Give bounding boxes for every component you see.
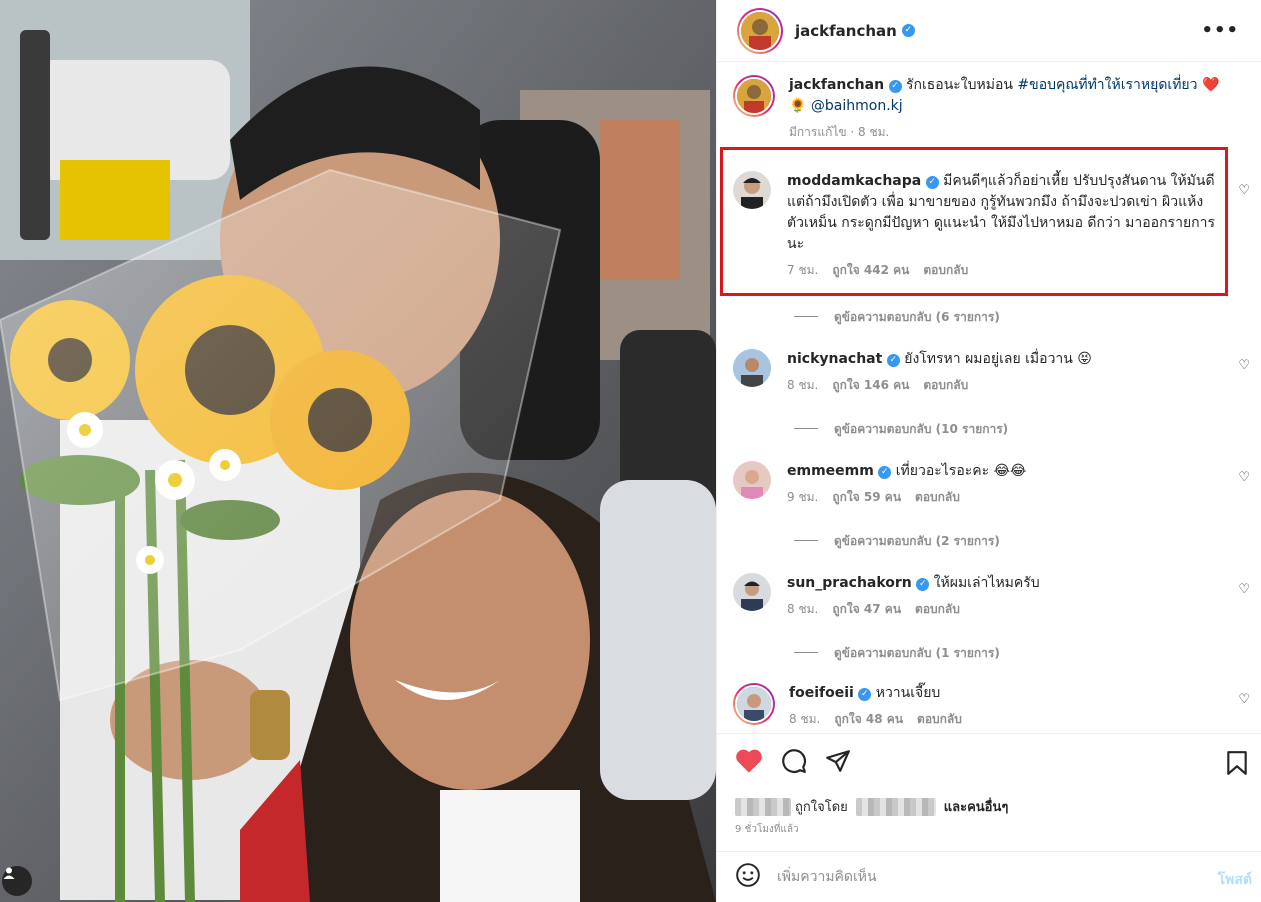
- and-others-link[interactable]: และคนอื่นๆ: [944, 796, 1009, 817]
- caption-username[interactable]: jackfanchan: [789, 77, 884, 93]
- heart-emoji: ❤️: [1201, 77, 1220, 93]
- share-icon[interactable]: [825, 748, 851, 778]
- like-comment-heart-icon[interactable]: ♡: [1238, 358, 1250, 373]
- comment-text: ยังโทรหา ผมอยู่เลย เมื่อวาน 😝: [904, 351, 1092, 367]
- post-header: jackfanchan ✓ •••: [717, 0, 1261, 62]
- comment-avatar[interactable]: [733, 573, 771, 611]
- comment-username[interactable]: moddamkachapa: [787, 173, 921, 189]
- caption-meta: มีการแก้ไข · 8 ชม.: [789, 125, 890, 139]
- comment-avatar[interactable]: [733, 171, 771, 209]
- reply-button[interactable]: ตอบกลับ: [923, 378, 968, 392]
- comment-time: 8 ชม.: [787, 602, 819, 616]
- post-caption: jackfanchan ✓ รักเธอนะใบหม่อน #ขอบคุณที่…: [733, 75, 1233, 142]
- view-replies-button[interactable]: ดูข้อความตอบกลับ (1 รายการ): [794, 644, 1000, 663]
- comment-item: sun_prachakorn ✓ ให้ผมเล่าไหมครับ 8 ชม. ถ…: [733, 573, 1233, 619]
- instagram-post-view: jackfanchan ✓ ••• jackfanchan ✓ รักเธอนะ…: [0, 0, 1261, 902]
- verified-badge-icon: ✓: [901, 24, 915, 37]
- verified-badge-icon: ✓: [858, 688, 872, 701]
- liked-by-label: ถูกใจโดย: [795, 800, 848, 815]
- photo-illustration: [0, 0, 716, 902]
- caption-hashtag[interactable]: #ขอบคุณที่ทำให้เราหยุดเที่ยว: [1017, 77, 1197, 93]
- comment-text: เที่ยวอะไรอะคะ 😂😂: [895, 463, 1027, 479]
- author-username[interactable]: jackfanchan: [795, 22, 897, 40]
- liker-avatars-blurred: [735, 797, 791, 816]
- comment-likes[interactable]: ถูกใจ 59 คน: [832, 490, 901, 504]
- reply-button[interactable]: ตอบกลับ: [915, 490, 960, 504]
- verified-badge-icon: ✓: [878, 466, 892, 479]
- like-comment-heart-icon[interactable]: ♡: [1238, 470, 1250, 485]
- comment-time: 8 ชม.: [789, 712, 821, 726]
- comment-text: ให้ผมเล่าไหมครับ: [933, 575, 1040, 591]
- comment-time: 9 ชม.: [787, 490, 819, 504]
- comment-username[interactable]: nickynachat: [787, 351, 882, 367]
- post-comment-button[interactable]: โพสต์: [1218, 869, 1252, 891]
- comment-icon[interactable]: [781, 748, 807, 778]
- more-options-icon[interactable]: •••: [1201, 20, 1239, 41]
- post-photo[interactable]: [0, 0, 716, 902]
- verified-badge-icon: ✓: [925, 176, 939, 189]
- comment-likes[interactable]: ถูกใจ 146 คน: [832, 378, 909, 392]
- caption-avatar[interactable]: [733, 75, 775, 117]
- comment-item: emmeemm ✓ เที่ยวอะไรอะคะ 😂😂 9 ชม. ถูกใจ 5…: [733, 461, 1233, 507]
- liker-name-blurred: [855, 797, 936, 816]
- sunflower-emoji: 🌻: [789, 98, 807, 114]
- emoji-icon[interactable]: [735, 862, 761, 892]
- post-details-panel: jackfanchan ✓ ••• jackfanchan ✓ รักเธอนะ…: [716, 0, 1261, 902]
- caption-text: รักเธอนะใบหม่อน: [905, 77, 1013, 93]
- comment-avatar[interactable]: [733, 349, 771, 387]
- like-comment-heart-icon[interactable]: ♡: [1238, 582, 1250, 597]
- comment-likes[interactable]: ถูกใจ 48 คน: [834, 712, 903, 726]
- post-time: 9 ชั่วโมงที่แล้ว: [735, 824, 799, 835]
- comment-username[interactable]: foeifoeii: [789, 685, 854, 701]
- add-comment-input[interactable]: เพิ่มความคิดเห็น: [777, 866, 877, 888]
- comment-text: หวานเจี๊ยบ: [875, 685, 941, 701]
- comment-username[interactable]: emmeemm: [787, 463, 874, 479]
- likes-summary[interactable]: ถูกใจโดย และคนอื่นๆ: [735, 796, 1008, 817]
- add-comment-bar: เพิ่มความคิดเห็น โพสต์: [717, 851, 1261, 902]
- view-replies-button[interactable]: ดูข้อความตอบกลับ (6 รายการ): [794, 308, 1000, 327]
- comment-avatar[interactable]: [733, 683, 775, 725]
- bookmark-icon[interactable]: [1226, 750, 1248, 780]
- comment-item: moddamkachapa ✓ มีคนดีๆแล้วก็อย่าเหี้ย ป…: [733, 171, 1233, 280]
- comments-list: jackfanchan ✓ รักเธอนะใบหม่อน #ขอบคุณที่…: [717, 63, 1261, 733]
- comment-likes[interactable]: ถูกใจ 47 คน: [832, 602, 901, 616]
- reply-button[interactable]: ตอบกลับ: [917, 712, 962, 726]
- comment-item: nickynachat ✓ ยังโทรหา ผมอยู่เลย เมื่อวา…: [733, 349, 1233, 395]
- verified-badge-icon: ✓: [916, 578, 930, 591]
- heart-icon[interactable]: [735, 748, 763, 778]
- comment-avatar[interactable]: [733, 461, 771, 499]
- view-replies-button[interactable]: ดูข้อความตอบกลับ (10 รายการ): [794, 420, 1008, 439]
- author-avatar[interactable]: [737, 7, 783, 54]
- post-actions: ถูกใจโดย และคนอื่นๆ 9 ชั่วโมงที่แล้ว: [717, 733, 1261, 851]
- comment-item: foeifoeii ✓ หวานเจี๊ยบ 8 ชม. ถูกใจ 48 คน ต…: [733, 683, 1233, 729]
- comment-time: 7 ชม.: [787, 263, 819, 277]
- reply-button[interactable]: ตอบกลับ: [923, 263, 968, 277]
- view-replies-button[interactable]: ดูข้อความตอบกลับ (2 รายการ): [794, 532, 1000, 551]
- like-comment-heart-icon[interactable]: ♡: [1238, 692, 1250, 707]
- caption-mention[interactable]: @baihmon.kj: [811, 98, 903, 114]
- comment-username[interactable]: sun_prachakorn: [787, 575, 912, 591]
- verified-badge-icon: ✓: [888, 80, 902, 93]
- comment-likes[interactable]: ถูกใจ 442 คน: [832, 263, 909, 277]
- reply-button[interactable]: ตอบกลับ: [915, 602, 960, 616]
- verified-badge-icon: ✓: [886, 354, 900, 367]
- user-tag-icon[interactable]: [2, 866, 32, 896]
- comment-time: 8 ชม.: [787, 378, 819, 392]
- like-comment-heart-icon[interactable]: ♡: [1238, 183, 1250, 198]
